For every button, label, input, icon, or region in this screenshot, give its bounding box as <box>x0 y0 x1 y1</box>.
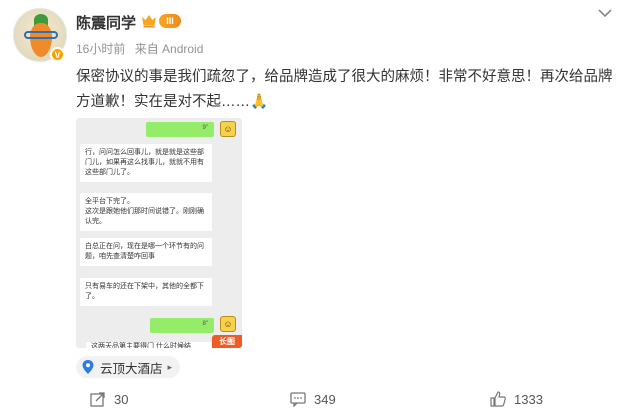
long-image-badge: 长图 <box>212 335 242 348</box>
like-count: 1333 <box>514 391 543 407</box>
voice-bubble: 9" <box>146 122 214 137</box>
comment-button[interactable]: 349 <box>290 391 336 407</box>
chat-message: 这两天品第主要得门 什么时候结 <box>86 342 216 348</box>
post-image[interactable]: 9" ☺ 行，问问怎么回事儿，就是就是这些部门儿，如果再这么找事儿，就就不用有这… <box>76 118 242 348</box>
post-meta: 16小时前 来自 Android <box>76 40 203 57</box>
clap-emoji-icon: 🙏 <box>250 94 269 110</box>
share-button[interactable]: 30 <box>90 391 128 407</box>
share-icon <box>90 392 105 407</box>
smiley-avatar-icon: ☺ <box>220 316 236 332</box>
post-body: 保密协议的事是我们疏忽了，给品牌造成了很大的麻烦！非常不好意思！再次给品牌方道歉… <box>76 69 613 110</box>
chevron-down-icon[interactable] <box>598 8 614 20</box>
author-name[interactable]: 陈震同学 <box>76 12 136 33</box>
location-tag[interactable]: 云顶大酒店 ▸ <box>76 356 181 378</box>
chevron-right-icon: ▸ <box>167 361 173 372</box>
voice-bubble: 8" <box>150 318 214 333</box>
chat-message: 全平台下完了。 这次是跟她他们那时间说错了。刚刚确认完。 <box>80 193 212 231</box>
action-bar: 30 349 1333 <box>0 382 632 417</box>
location-label: 云顶大酒店 <box>100 361 163 376</box>
comment-count: 349 <box>314 391 336 407</box>
level-badge: III <box>159 14 181 28</box>
smiley-avatar-icon: ☺ <box>220 121 236 137</box>
share-count: 30 <box>114 391 129 407</box>
post-time: 16小时前 <box>76 42 126 56</box>
chat-message: 行，问问怎么回事儿，就是就是这些部门儿，如果再这么找事儿，就就不用有这些部门儿了… <box>80 144 212 182</box>
chat-message: 只有易车的还在下架中，其他的全都下了。 <box>80 278 212 306</box>
chat-message: 白总正在问，现在是哪一个环节有的问题，咱先查清楚咋回事 <box>80 238 212 266</box>
avatar-carrot <box>30 23 52 57</box>
avatar-brace <box>24 31 58 39</box>
voice-duration: 8" <box>202 321 208 327</box>
crown-icon <box>142 15 156 28</box>
thumbs-up-icon <box>490 391 506 407</box>
comment-icon <box>290 392 306 407</box>
post-text: 保密协议的事是我们疏忽了，给品牌造成了很大的麻烦！非常不好意思！再次给品牌方道歉… <box>76 65 624 115</box>
like-button[interactable]: 1333 <box>490 391 543 407</box>
verified-badge-icon: V <box>50 47 65 62</box>
post-source: 来自 Android <box>134 42 204 56</box>
location-pin-icon <box>82 360 94 374</box>
voice-duration: 9" <box>202 125 208 131</box>
